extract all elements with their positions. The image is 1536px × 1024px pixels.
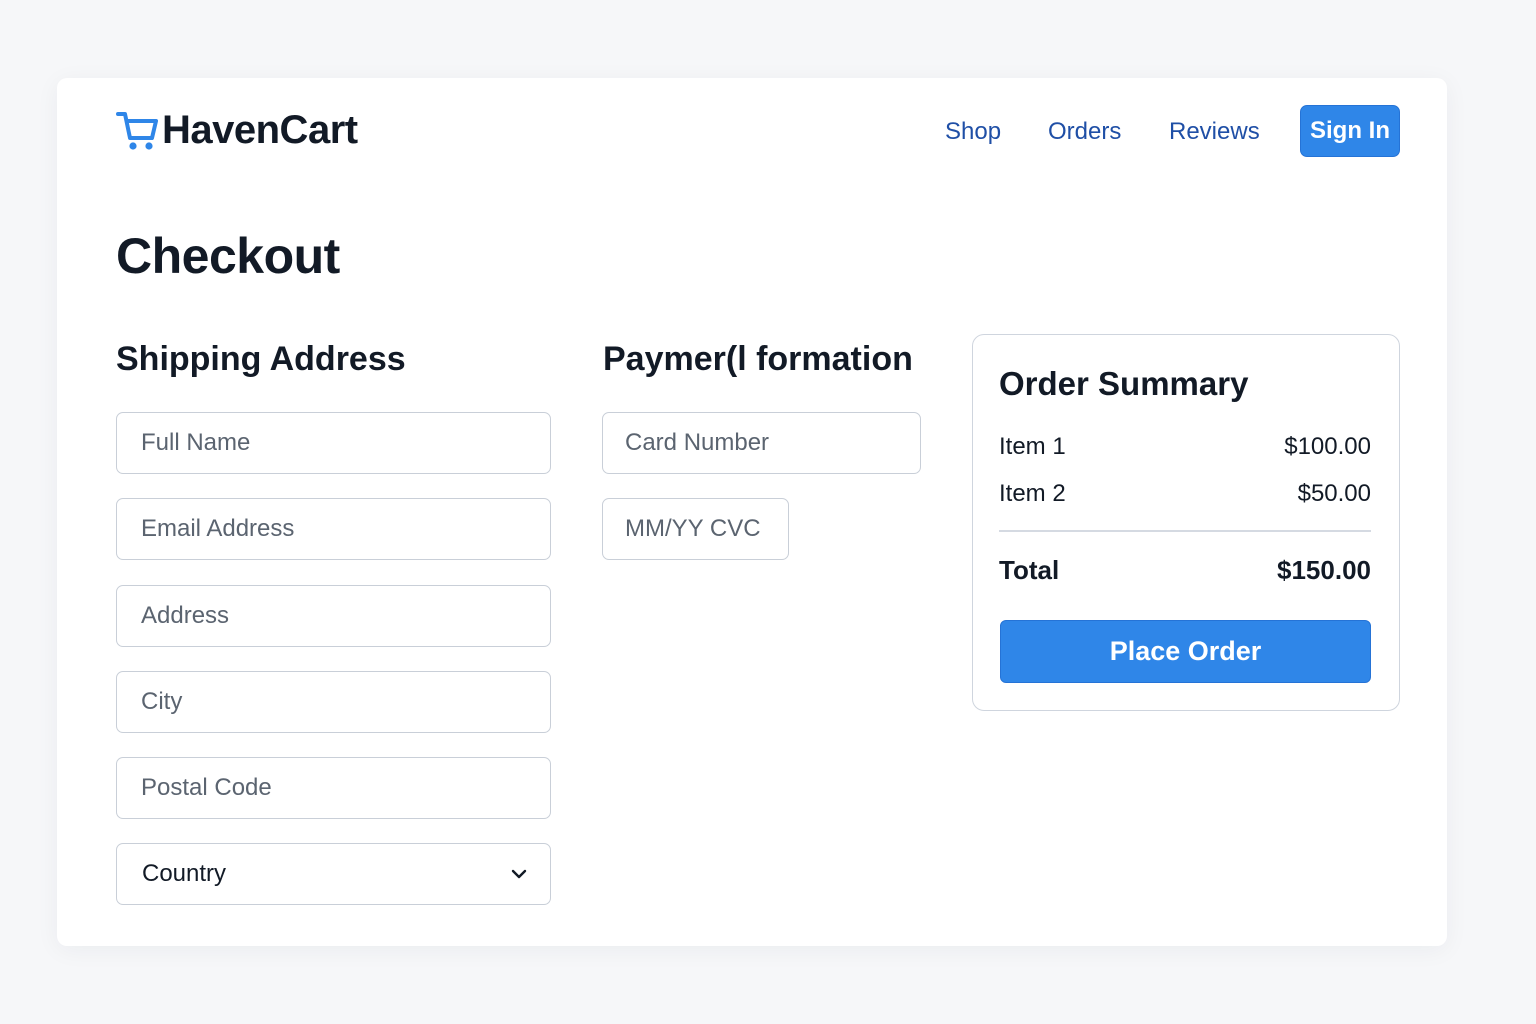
email-address-input[interactable] <box>116 498 551 560</box>
country-select[interactable]: Country <box>116 843 551 905</box>
address-input[interactable] <box>116 585 551 647</box>
summary-item-price: $50.00 <box>1297 480 1371 507</box>
summary-total-value: $150.00 <box>1277 555 1371 585</box>
nav-link-orders[interactable]: Orders <box>1048 116 1121 148</box>
order-summary-title: Order Summary <box>999 365 1249 402</box>
sign-in-button[interactable]: Sign In <box>1300 105 1400 157</box>
summary-item-name: Item 1 <box>999 433 1066 460</box>
card-number-input[interactable] <box>602 412 921 474</box>
city-input[interactable] <box>116 671 551 733</box>
nav-link-reviews[interactable]: Reviews <box>1169 116 1260 148</box>
chevron-down-icon <box>511 869 527 879</box>
brand-logo[interactable]: HavenCart <box>116 108 358 152</box>
summary-line-item: Item 2 $50.00 <box>999 479 1371 509</box>
summary-item-name: Item 2 <box>999 480 1066 507</box>
page-title: Checkout <box>116 228 340 284</box>
summary-line-item: Item 1 $100.00 <box>999 432 1371 462</box>
country-select-value: Country <box>142 860 227 887</box>
expiry-cvc-input[interactable] <box>602 498 789 560</box>
brand-name: HavenCart <box>162 108 358 152</box>
place-order-button[interactable]: Place Order <box>1000 620 1371 683</box>
payment-section-title: Paymer(l formation <box>603 340 913 378</box>
summary-total-label: Total <box>999 555 1060 585</box>
postal-code-input[interactable] <box>116 757 551 819</box>
summary-divider <box>999 530 1371 532</box>
summary-total-row: Total $150.00 <box>999 555 1371 585</box>
summary-item-price: $100.00 <box>1284 433 1371 460</box>
shipping-section-title: Shipping Address <box>116 340 406 378</box>
nav-link-shop[interactable]: Shop <box>945 116 1001 148</box>
shopping-cart-icon <box>116 112 158 150</box>
order-summary-panel: Order Summary Item 1 $100.00 Item 2 $50.… <box>972 334 1400 711</box>
full-name-input[interactable] <box>116 412 551 474</box>
